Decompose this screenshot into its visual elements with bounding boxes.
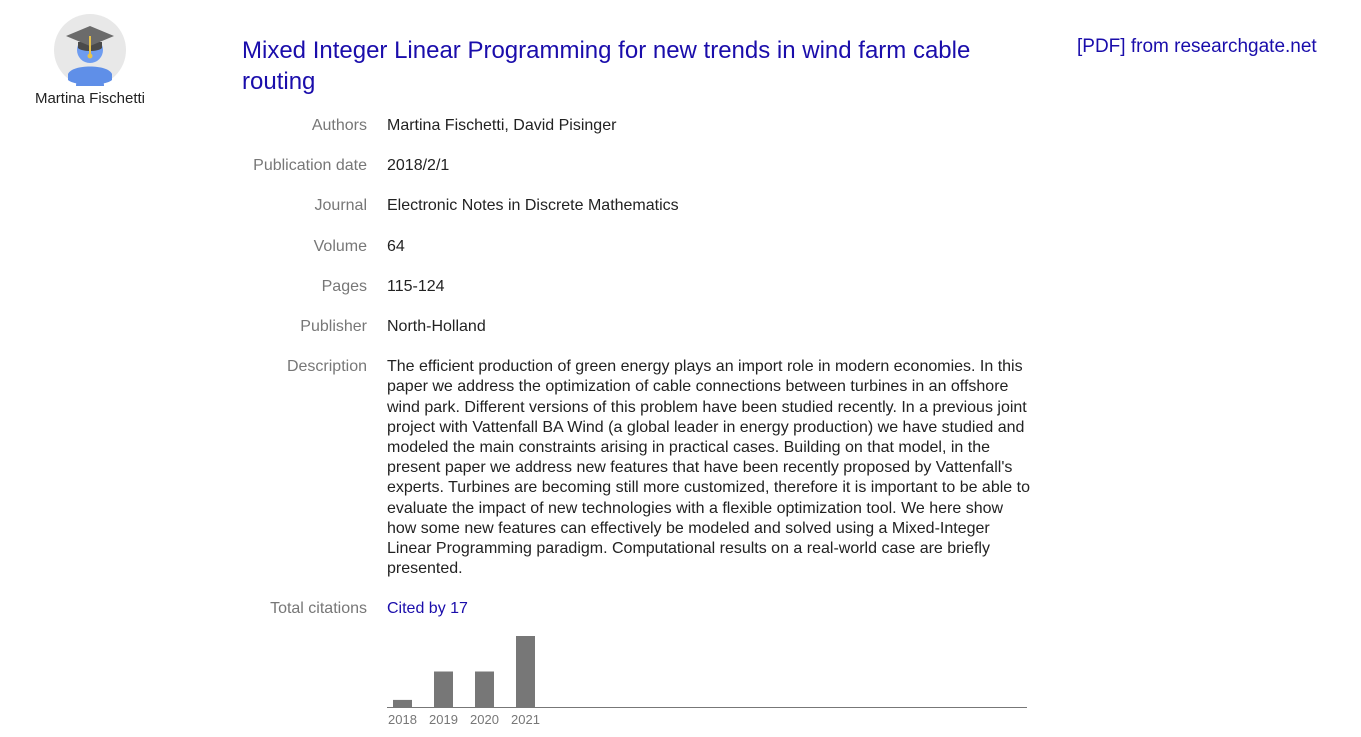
field-value: 2018/2/1 — [387, 157, 450, 175]
graduate-avatar-icon[interactable] — [54, 14, 126, 86]
field-label: Description — [286, 358, 367, 376]
field-label: Publication date — [253, 157, 367, 175]
chart-bar-2019[interactable] — [434, 671, 453, 708]
chart-tick-label: 2020 — [470, 712, 499, 727]
chart-tick-label: 2018 — [388, 712, 417, 727]
field-value: 115-124 — [387, 277, 445, 295]
profile-name[interactable]: Martina Fischetti — [20, 90, 160, 107]
citation-detail-page: Martina Fischetti Mixed Integer Linear P… — [0, 0, 1361, 737]
field-publication-date: Publication date 2018/2/1 — [242, 156, 1032, 176]
chart-bar-2020[interactable] — [475, 671, 494, 708]
field-label: Journal — [314, 197, 367, 215]
profile-card[interactable]: Martina Fischetti — [20, 14, 160, 107]
field-journal: Journal Electronic Notes in Discrete Mat… — [242, 196, 1032, 216]
field-value: Electronic Notes in Discrete Mathematics — [387, 197, 679, 215]
cited-by-link[interactable]: Cited by 17 — [387, 600, 468, 617]
field-label: Pages — [321, 277, 367, 295]
field-label: Authors — [311, 117, 367, 134]
field-label: Total citations — [270, 600, 367, 618]
field-publisher: Publisher North-Holland — [242, 317, 1032, 337]
citations-chart: 2018 2019 2020 2021 — [387, 628, 1029, 732]
chart-bar-2021[interactable] — [516, 636, 535, 707]
field-value: 64 — [387, 237, 405, 255]
field-value: Cited by 17 — [387, 599, 1032, 619]
description-text: The efficient production of green energy… — [387, 358, 1030, 578]
field-label: Publisher — [300, 318, 367, 336]
pdf-link[interactable]: [PDF] from researchgate.net — [1077, 35, 1317, 59]
article-fields: Authors Martina Fischetti, David Pisinge… — [242, 116, 1032, 620]
chart-bar-2018[interactable] — [393, 699, 412, 707]
field-pages: Pages 115-124 — [242, 277, 1032, 297]
field-authors: Authors Martina Fischetti, David Pisinge… — [242, 116, 1032, 136]
field-volume: Volume 64 — [242, 237, 1032, 257]
article-title-link[interactable]: Mixed Integer Linear Programming for new… — [242, 35, 1042, 97]
field-value: North-Holland — [387, 318, 486, 336]
chart-tick-label: 2021 — [511, 712, 540, 727]
field-value: Martina Fischetti, David Pisinger — [387, 117, 617, 134]
field-label: Volume — [313, 237, 367, 255]
field-total-citations: Total citations Cited by 17 — [242, 599, 1032, 619]
citations-chart-svg: 2018 2019 2020 2021 — [387, 636, 1027, 727]
field-description: Description The efficient production of … — [242, 357, 1032, 579]
chart-tick-label: 2019 — [429, 712, 458, 727]
